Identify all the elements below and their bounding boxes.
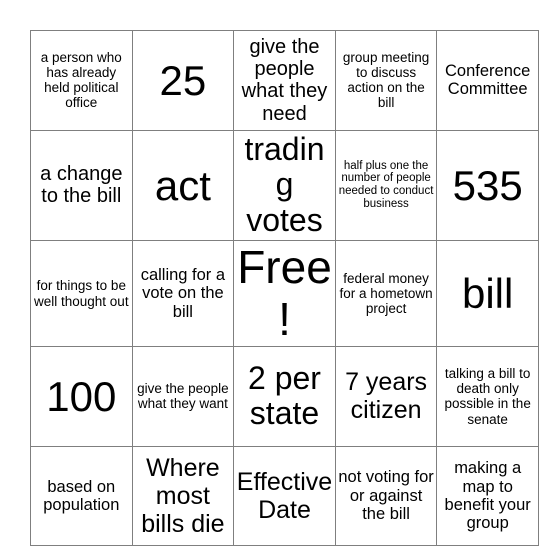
- bingo-cell[interactable]: bill: [436, 240, 539, 348]
- bingo-cell[interactable]: a person who has already held political …: [30, 30, 133, 131]
- bingo-cell[interactable]: Where most bills die: [131, 445, 235, 546]
- bingo-cell[interactable]: based on population: [30, 445, 133, 546]
- bingo-cell[interactable]: trading votes: [233, 129, 336, 242]
- bingo-cell[interactable]: calling for a vote on the bill: [131, 240, 235, 348]
- bingo-row: a change to the bill act trading votes h…: [30, 129, 539, 242]
- bingo-row: for things to be well thought out callin…: [30, 240, 539, 348]
- bingo-cell[interactable]: talking a bill to death only possible in…: [436, 346, 539, 447]
- bingo-cell[interactable]: for things to be well thought out: [30, 240, 133, 348]
- bingo-cell[interactable]: Effective Date: [233, 445, 336, 546]
- bingo-cell[interactable]: group meeting to discuss action on the b…: [334, 30, 438, 131]
- bingo-cell[interactable]: give the people what they need: [233, 30, 336, 131]
- bingo-cell-free-space[interactable]: Free!: [233, 240, 336, 348]
- bingo-card: a person who has already held political …: [30, 30, 539, 546]
- bingo-cell[interactable]: give the people what they want: [131, 346, 235, 447]
- bingo-cell[interactable]: not voting for or against the bill: [334, 445, 438, 546]
- bingo-cell[interactable]: making a map to benefit your group: [436, 445, 539, 546]
- bingo-grid: a person who has already held political …: [30, 30, 539, 546]
- bingo-cell[interactable]: 2 per state: [233, 346, 336, 447]
- bingo-cell[interactable]: 100: [30, 346, 133, 447]
- bingo-cell[interactable]: 535: [436, 129, 539, 242]
- bingo-cell[interactable]: federal money for a hometown project: [334, 240, 438, 348]
- bingo-row: based on population Where most bills die…: [30, 445, 539, 546]
- bingo-row: 100 give the people what they want 2 per…: [30, 346, 539, 447]
- bingo-cell[interactable]: a change to the bill: [30, 129, 133, 242]
- bingo-cell[interactable]: half plus one the number of people neede…: [334, 129, 438, 242]
- bingo-cell[interactable]: 25: [131, 30, 235, 131]
- bingo-grid-body: a person who has already held political …: [30, 30, 539, 546]
- bingo-cell[interactable]: act: [131, 129, 235, 242]
- bingo-row: a person who has already held political …: [30, 30, 539, 131]
- bingo-cell[interactable]: 7 years citizen: [334, 346, 438, 447]
- bingo-cell[interactable]: Conference Committee: [436, 30, 539, 131]
